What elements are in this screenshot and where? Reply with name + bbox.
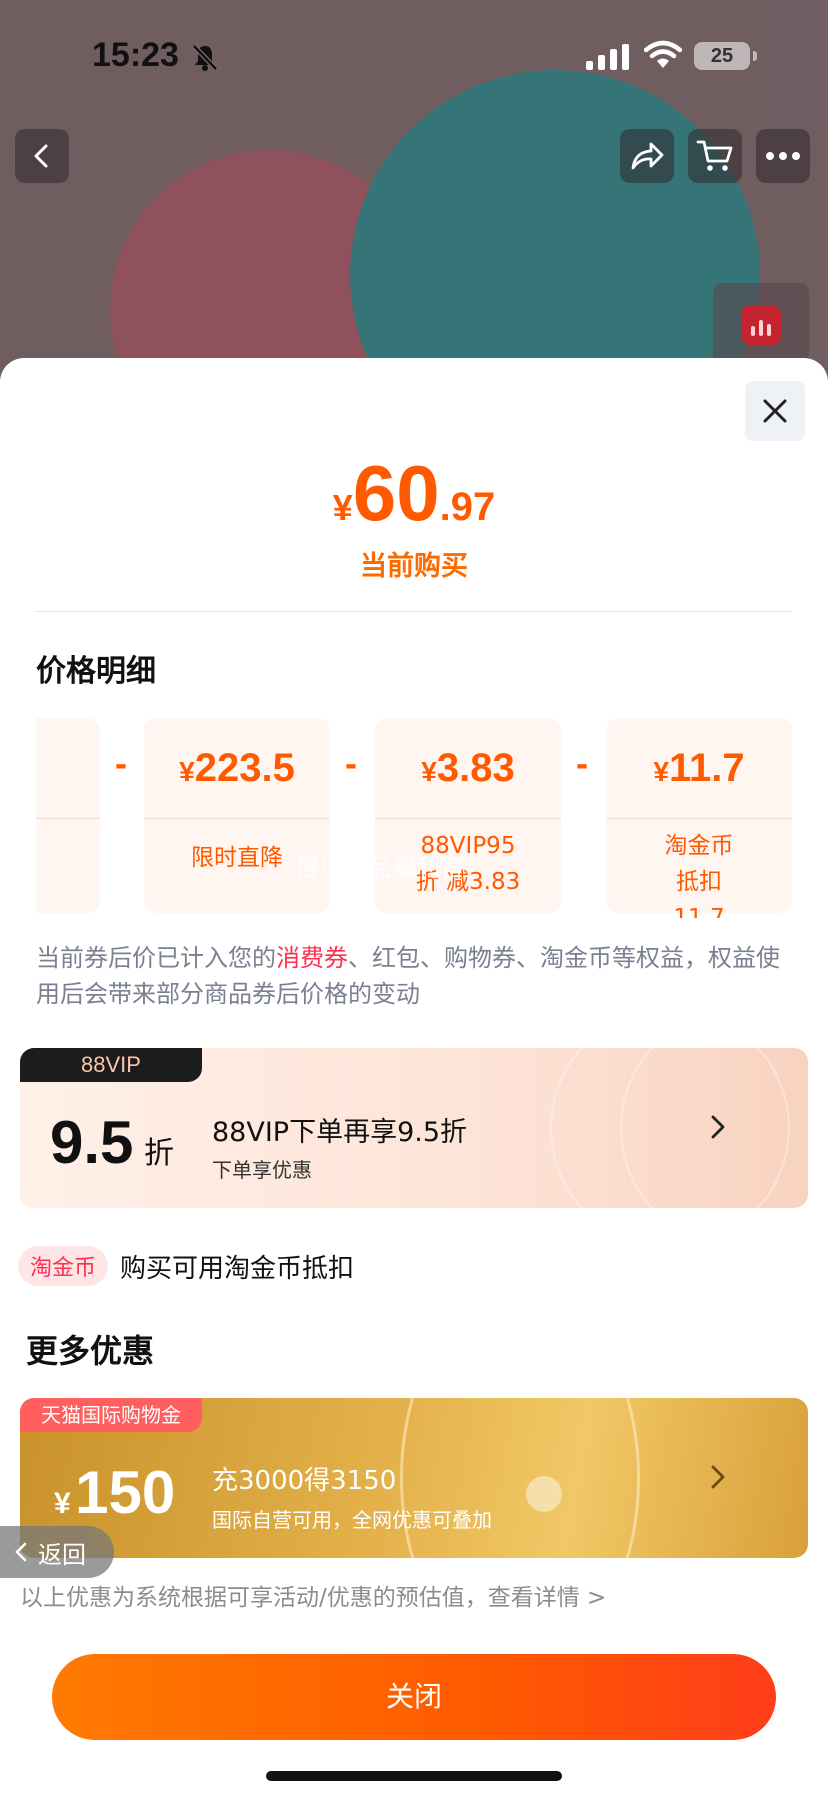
tmall-gold-card[interactable]: 天猫国际购物金 ¥ 150 充3000得3150 国际自营可用，全网优惠可叠加 — [20, 1398, 808, 1558]
vip-discount-value: 9.5 — [50, 1109, 134, 1176]
minus-sign: - — [575, 748, 589, 783]
chevron-left-icon — [34, 144, 48, 168]
chevron-right-icon — [711, 1115, 725, 1139]
battery-level: 25 — [710, 45, 734, 67]
bar-chart-icon — [741, 305, 781, 345]
share-button[interactable] — [620, 129, 674, 183]
gold-subtitle: 国际自营可用，全网优惠可叠加 — [212, 1508, 492, 1532]
taojinbi-tag: 淘金币 — [18, 1246, 109, 1286]
taojinbi-row: 淘金币 购买可用淘金币抵扣 — [18, 1246, 354, 1286]
wifi-icon — [644, 40, 682, 68]
vip-badge: 88VIP — [20, 1048, 202, 1082]
price-symbol: ¥ — [332, 487, 353, 528]
status-time: 15:23 — [92, 36, 179, 74]
vip-discount-unit: 折 — [144, 1136, 174, 1171]
chevron-left-icon — [15, 1542, 27, 1562]
close-icon — [763, 399, 787, 423]
status-bar: 15:23 25 — [0, 0, 828, 110]
breakdown-card: 0 前 — [36, 718, 100, 913]
breakdown-amount: ¥11.7 — [653, 746, 745, 790]
breakdown-label: 淘金币 抵扣11.7 — [664, 833, 734, 918]
breakdown-card: ¥3.83 88VIP95折 减3.83 — [375, 718, 561, 913]
breakdown-amount: ¥223.5 — [179, 746, 295, 790]
breakdown-card: ¥11.7 淘金币 抵扣11.7 — [606, 718, 792, 918]
more-dots-icon — [766, 152, 800, 160]
breakdown-title: 价格明细 — [36, 654, 156, 689]
share-arrow-icon — [631, 142, 664, 170]
cart-button[interactable] — [688, 129, 742, 183]
floating-back-button[interactable]: 返回 — [0, 1526, 114, 1578]
current-price: ¥60.97 — [0, 448, 828, 539]
back-button[interactable] — [15, 129, 69, 183]
close-x-button[interactable] — [745, 381, 805, 441]
breakdown-amount: ¥3.83 — [421, 746, 515, 790]
breakdown-label: 前 — [36, 840, 100, 876]
shopping-cart-icon — [696, 140, 733, 171]
price-integer: 60 — [352, 449, 440, 537]
cellular-signal-icon — [586, 44, 629, 70]
mute-bell-icon — [192, 44, 218, 71]
breakdown-card: ¥223.5 限时直降 — [144, 718, 330, 913]
price-breakdown-carousel[interactable]: 0 前 - ¥223.5 限时直降 - ¥3.83 88VIP95折 减3.83… — [36, 718, 792, 918]
breakdown-amount: 0 — [36, 746, 100, 791]
disclaimer-link[interactable]: 以上优惠为系统根据可享活动/优惠的预估值，查看详情 > — [20, 1578, 606, 1612]
price-detail-sheet: ¥60.97 当前购买 价格明细 0 前 - ¥223.5 限时直降 - ¥3.… — [0, 358, 828, 1795]
back-label: 返回 — [38, 1540, 86, 1569]
close-button[interactable]: 关闭 — [52, 1654, 776, 1740]
phone-icon — [526, 1476, 562, 1512]
battery-indicator: 25 — [694, 42, 757, 70]
more-button[interactable] — [756, 129, 810, 183]
home-indicator — [266, 1771, 562, 1781]
gold-title: 充3000得3150 — [212, 1466, 397, 1496]
minus-sign: - — [114, 748, 128, 783]
current-price-label: 当前购买 — [360, 551, 468, 582]
vip-discount-card[interactable]: 88VIP 9.5 折 88VIP下单再享9.5折 下单享优惠 — [20, 1048, 808, 1208]
vip-title: 88VIP下单再享9.5折 — [212, 1117, 468, 1148]
price-decimal: .97 — [439, 485, 496, 529]
price-note: 当前券后价已计入您的消费券、红包、购物券、淘金币等权益，权益使用后会带来部分商品… — [36, 944, 780, 1008]
divider — [36, 611, 792, 612]
consumer-coupon-link[interactable]: 消费券 — [276, 944, 348, 972]
taojinbi-text: 购买可用淘金币抵扣 — [120, 1253, 355, 1284]
ranking-chip[interactable] — [713, 283, 809, 363]
watermark-text: 慢选精品福利官 — [296, 854, 464, 882]
vip-subtitle: 下单享优惠 — [212, 1158, 312, 1182]
gold-tag: 天猫国际购物金 — [20, 1398, 202, 1432]
gold-amount: ¥ 150 — [54, 1459, 176, 1526]
minus-sign: - — [344, 748, 358, 783]
more-offers-title: 更多优惠 — [26, 1332, 155, 1370]
chevron-right-icon — [711, 1465, 725, 1489]
